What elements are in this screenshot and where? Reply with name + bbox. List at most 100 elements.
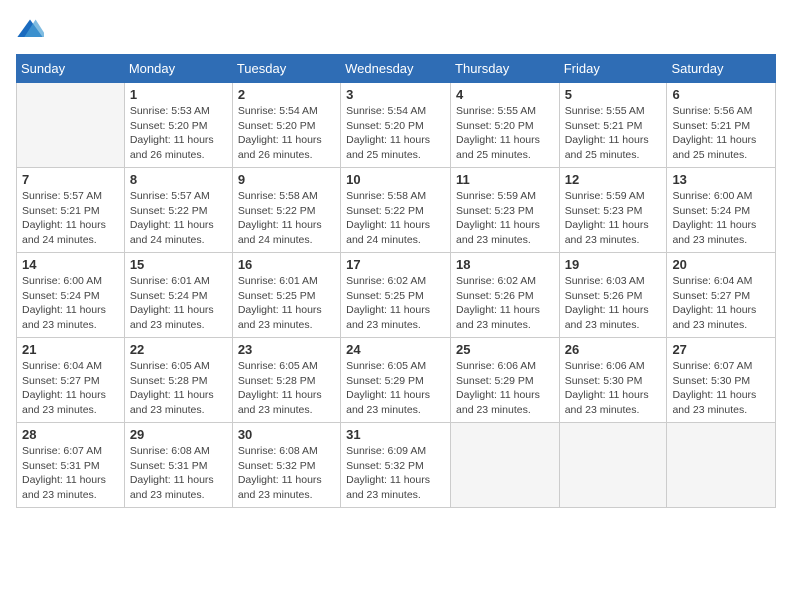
- calendar-cell: 1 Sunrise: 5:53 AMSunset: 5:20 PMDaylight…: [124, 83, 232, 168]
- day-number: 24: [346, 342, 445, 357]
- day-info: Sunrise: 5:55 AMSunset: 5:20 PMDaylight:…: [456, 104, 554, 163]
- day-info: Sunrise: 6:06 AMSunset: 5:29 PMDaylight:…: [456, 359, 554, 418]
- calendar-cell: 18 Sunrise: 6:02 AMSunset: 5:26 PMDayligh…: [451, 253, 560, 338]
- header-saturday: Saturday: [667, 55, 776, 83]
- calendar-cell: 13 Sunrise: 6:00 AMSunset: 5:24 PMDayligh…: [667, 168, 776, 253]
- calendar-week-row: 14 Sunrise: 6:00 AMSunset: 5:24 PMDayligh…: [17, 253, 776, 338]
- calendar-cell: 3 Sunrise: 5:54 AMSunset: 5:20 PMDaylight…: [341, 83, 451, 168]
- header-friday: Friday: [559, 55, 667, 83]
- calendar-header-row: SundayMondayTuesdayWednesdayThursdayFrid…: [17, 55, 776, 83]
- logo-icon: [16, 16, 44, 44]
- calendar-week-row: 21 Sunrise: 6:04 AMSunset: 5:27 PMDayligh…: [17, 338, 776, 423]
- calendar-cell: 17Sunrise: 6:02 AMSunset: 5:25 PMDayligh…: [341, 253, 451, 338]
- day-number: 9: [238, 172, 335, 187]
- logo: [16, 16, 48, 44]
- day-number: 31: [346, 427, 445, 442]
- day-number: 17: [346, 257, 445, 272]
- day-number: 5: [565, 87, 662, 102]
- day-info: Sunrise: 6:06 AMSunset: 5:30 PMDaylight:…: [565, 359, 662, 418]
- calendar-table: SundayMondayTuesdayWednesdayThursdayFrid…: [16, 54, 776, 508]
- day-info: Sunrise: 5:55 AMSunset: 5:21 PMDaylight:…: [565, 104, 662, 163]
- day-info: Sunrise: 5:59 AMSunset: 5:23 PMDaylight:…: [565, 189, 662, 248]
- day-number: 12: [565, 172, 662, 187]
- calendar-cell: 4Sunrise: 5:55 AMSunset: 5:20 PMDaylight…: [451, 83, 560, 168]
- day-info: Sunrise: 6:01 AMSunset: 5:24 PMDaylight:…: [130, 274, 227, 333]
- day-number: 29: [130, 427, 227, 442]
- day-info: Sunrise: 6:02 AMSunset: 5:26 PMDaylight:…: [456, 274, 554, 333]
- day-number: 8: [130, 172, 227, 187]
- day-number: 13: [672, 172, 770, 187]
- calendar-cell: 5 Sunrise: 5:55 AMSunset: 5:21 PMDaylight…: [559, 83, 667, 168]
- header-monday: Monday: [124, 55, 232, 83]
- calendar-cell: 21 Sunrise: 6:04 AMSunset: 5:27 PMDayligh…: [17, 338, 125, 423]
- calendar-cell: [17, 83, 125, 168]
- day-info: Sunrise: 6:00 AMSunset: 5:24 PMDaylight:…: [672, 189, 770, 248]
- day-number: 1: [130, 87, 227, 102]
- day-info: Sunrise: 6:01 AMSunset: 5:25 PMDaylight:…: [238, 274, 335, 333]
- calendar-cell: 25 Sunrise: 6:06 AMSunset: 5:29 PMDayligh…: [451, 338, 560, 423]
- day-info: Sunrise: 5:57 AMSunset: 5:21 PMDaylight:…: [22, 189, 119, 248]
- day-info: Sunrise: 6:09 AMSunset: 5:32 PMDaylight:…: [346, 444, 445, 503]
- page-header: [16, 16, 776, 44]
- day-info: Sunrise: 6:05 AMSunset: 5:28 PMDaylight:…: [238, 359, 335, 418]
- day-number: 18: [456, 257, 554, 272]
- calendar-week-row: 7 Sunrise: 5:57 AMSunset: 5:21 PMDaylight…: [17, 168, 776, 253]
- calendar-cell: 24 Sunrise: 6:05 AMSunset: 5:29 PMDayligh…: [341, 338, 451, 423]
- header-sunday: Sunday: [17, 55, 125, 83]
- day-info: Sunrise: 6:04 AMSunset: 5:27 PMDaylight:…: [22, 359, 119, 418]
- day-info: Sunrise: 5:59 AMSunset: 5:23 PMDaylight:…: [456, 189, 554, 248]
- calendar-cell: 19Sunrise: 6:03 AMSunset: 5:26 PMDayligh…: [559, 253, 667, 338]
- day-number: 23: [238, 342, 335, 357]
- day-number: 25: [456, 342, 554, 357]
- day-number: 16: [238, 257, 335, 272]
- day-number: 11: [456, 172, 554, 187]
- calendar-cell: 10 Sunrise: 5:58 AMSunset: 5:22 PMDayligh…: [341, 168, 451, 253]
- header-wednesday: Wednesday: [341, 55, 451, 83]
- day-number: 15: [130, 257, 227, 272]
- calendar-cell: 6Sunrise: 5:56 AMSunset: 5:21 PMDaylight…: [667, 83, 776, 168]
- header-thursday: Thursday: [451, 55, 560, 83]
- calendar-cell: 29 Sunrise: 6:08 AMSunset: 5:31 PMDayligh…: [124, 423, 232, 508]
- calendar-cell: 14 Sunrise: 6:00 AMSunset: 5:24 PMDayligh…: [17, 253, 125, 338]
- calendar-cell: 16 Sunrise: 6:01 AMSunset: 5:25 PMDayligh…: [232, 253, 340, 338]
- calendar-cell: 9 Sunrise: 5:58 AMSunset: 5:22 PMDaylight…: [232, 168, 340, 253]
- calendar-cell: 23 Sunrise: 6:05 AMSunset: 5:28 PMDayligh…: [232, 338, 340, 423]
- day-number: 6: [672, 87, 770, 102]
- calendar-cell: [451, 423, 560, 508]
- calendar-cell: 11 Sunrise: 5:59 AMSunset: 5:23 PMDayligh…: [451, 168, 560, 253]
- day-number: 22: [130, 342, 227, 357]
- calendar-cell: 15 Sunrise: 6:01 AMSunset: 5:24 PMDayligh…: [124, 253, 232, 338]
- day-info: Sunrise: 5:54 AMSunset: 5:20 PMDaylight:…: [238, 104, 335, 163]
- day-info: Sunrise: 6:08 AMSunset: 5:32 PMDaylight:…: [238, 444, 335, 503]
- calendar-week-row: 1 Sunrise: 5:53 AMSunset: 5:20 PMDaylight…: [17, 83, 776, 168]
- calendar-cell: 8Sunrise: 5:57 AMSunset: 5:22 PMDaylight…: [124, 168, 232, 253]
- day-number: 26: [565, 342, 662, 357]
- calendar-cell: 7 Sunrise: 5:57 AMSunset: 5:21 PMDaylight…: [17, 168, 125, 253]
- calendar-cell: 27Sunrise: 6:07 AMSunset: 5:30 PMDayligh…: [667, 338, 776, 423]
- day-info: Sunrise: 6:00 AMSunset: 5:24 PMDaylight:…: [22, 274, 119, 333]
- day-number: 10: [346, 172, 445, 187]
- day-number: 21: [22, 342, 119, 357]
- calendar-week-row: 28Sunrise: 6:07 AMSunset: 5:31 PMDayligh…: [17, 423, 776, 508]
- day-info: Sunrise: 6:05 AMSunset: 5:29 PMDaylight:…: [346, 359, 445, 418]
- day-info: Sunrise: 6:08 AMSunset: 5:31 PMDaylight:…: [130, 444, 227, 503]
- day-number: 14: [22, 257, 119, 272]
- day-number: 30: [238, 427, 335, 442]
- calendar-cell: 30 Sunrise: 6:08 AMSunset: 5:32 PMDayligh…: [232, 423, 340, 508]
- calendar-cell: 20Sunrise: 6:04 AMSunset: 5:27 PMDayligh…: [667, 253, 776, 338]
- calendar-cell: 12 Sunrise: 5:59 AMSunset: 5:23 PMDayligh…: [559, 168, 667, 253]
- day-info: Sunrise: 5:53 AMSunset: 5:20 PMDaylight:…: [130, 104, 227, 163]
- day-number: 2: [238, 87, 335, 102]
- day-number: 7: [22, 172, 119, 187]
- calendar-cell: 26 Sunrise: 6:06 AMSunset: 5:30 PMDayligh…: [559, 338, 667, 423]
- day-info: Sunrise: 5:54 AMSunset: 5:20 PMDaylight:…: [346, 104, 445, 163]
- calendar-cell: 31 Sunrise: 6:09 AMSunset: 5:32 PMDayligh…: [341, 423, 451, 508]
- day-info: Sunrise: 5:58 AMSunset: 5:22 PMDaylight:…: [346, 189, 445, 248]
- day-info: Sunrise: 5:58 AMSunset: 5:22 PMDaylight:…: [238, 189, 335, 248]
- day-info: Sunrise: 6:07 AMSunset: 5:30 PMDaylight:…: [672, 359, 770, 418]
- day-info: Sunrise: 6:04 AMSunset: 5:27 PMDaylight:…: [672, 274, 770, 333]
- calendar-cell: 28Sunrise: 6:07 AMSunset: 5:31 PMDayligh…: [17, 423, 125, 508]
- day-number: 3: [346, 87, 445, 102]
- day-info: Sunrise: 6:07 AMSunset: 5:31 PMDaylight:…: [22, 444, 119, 503]
- header-tuesday: Tuesday: [232, 55, 340, 83]
